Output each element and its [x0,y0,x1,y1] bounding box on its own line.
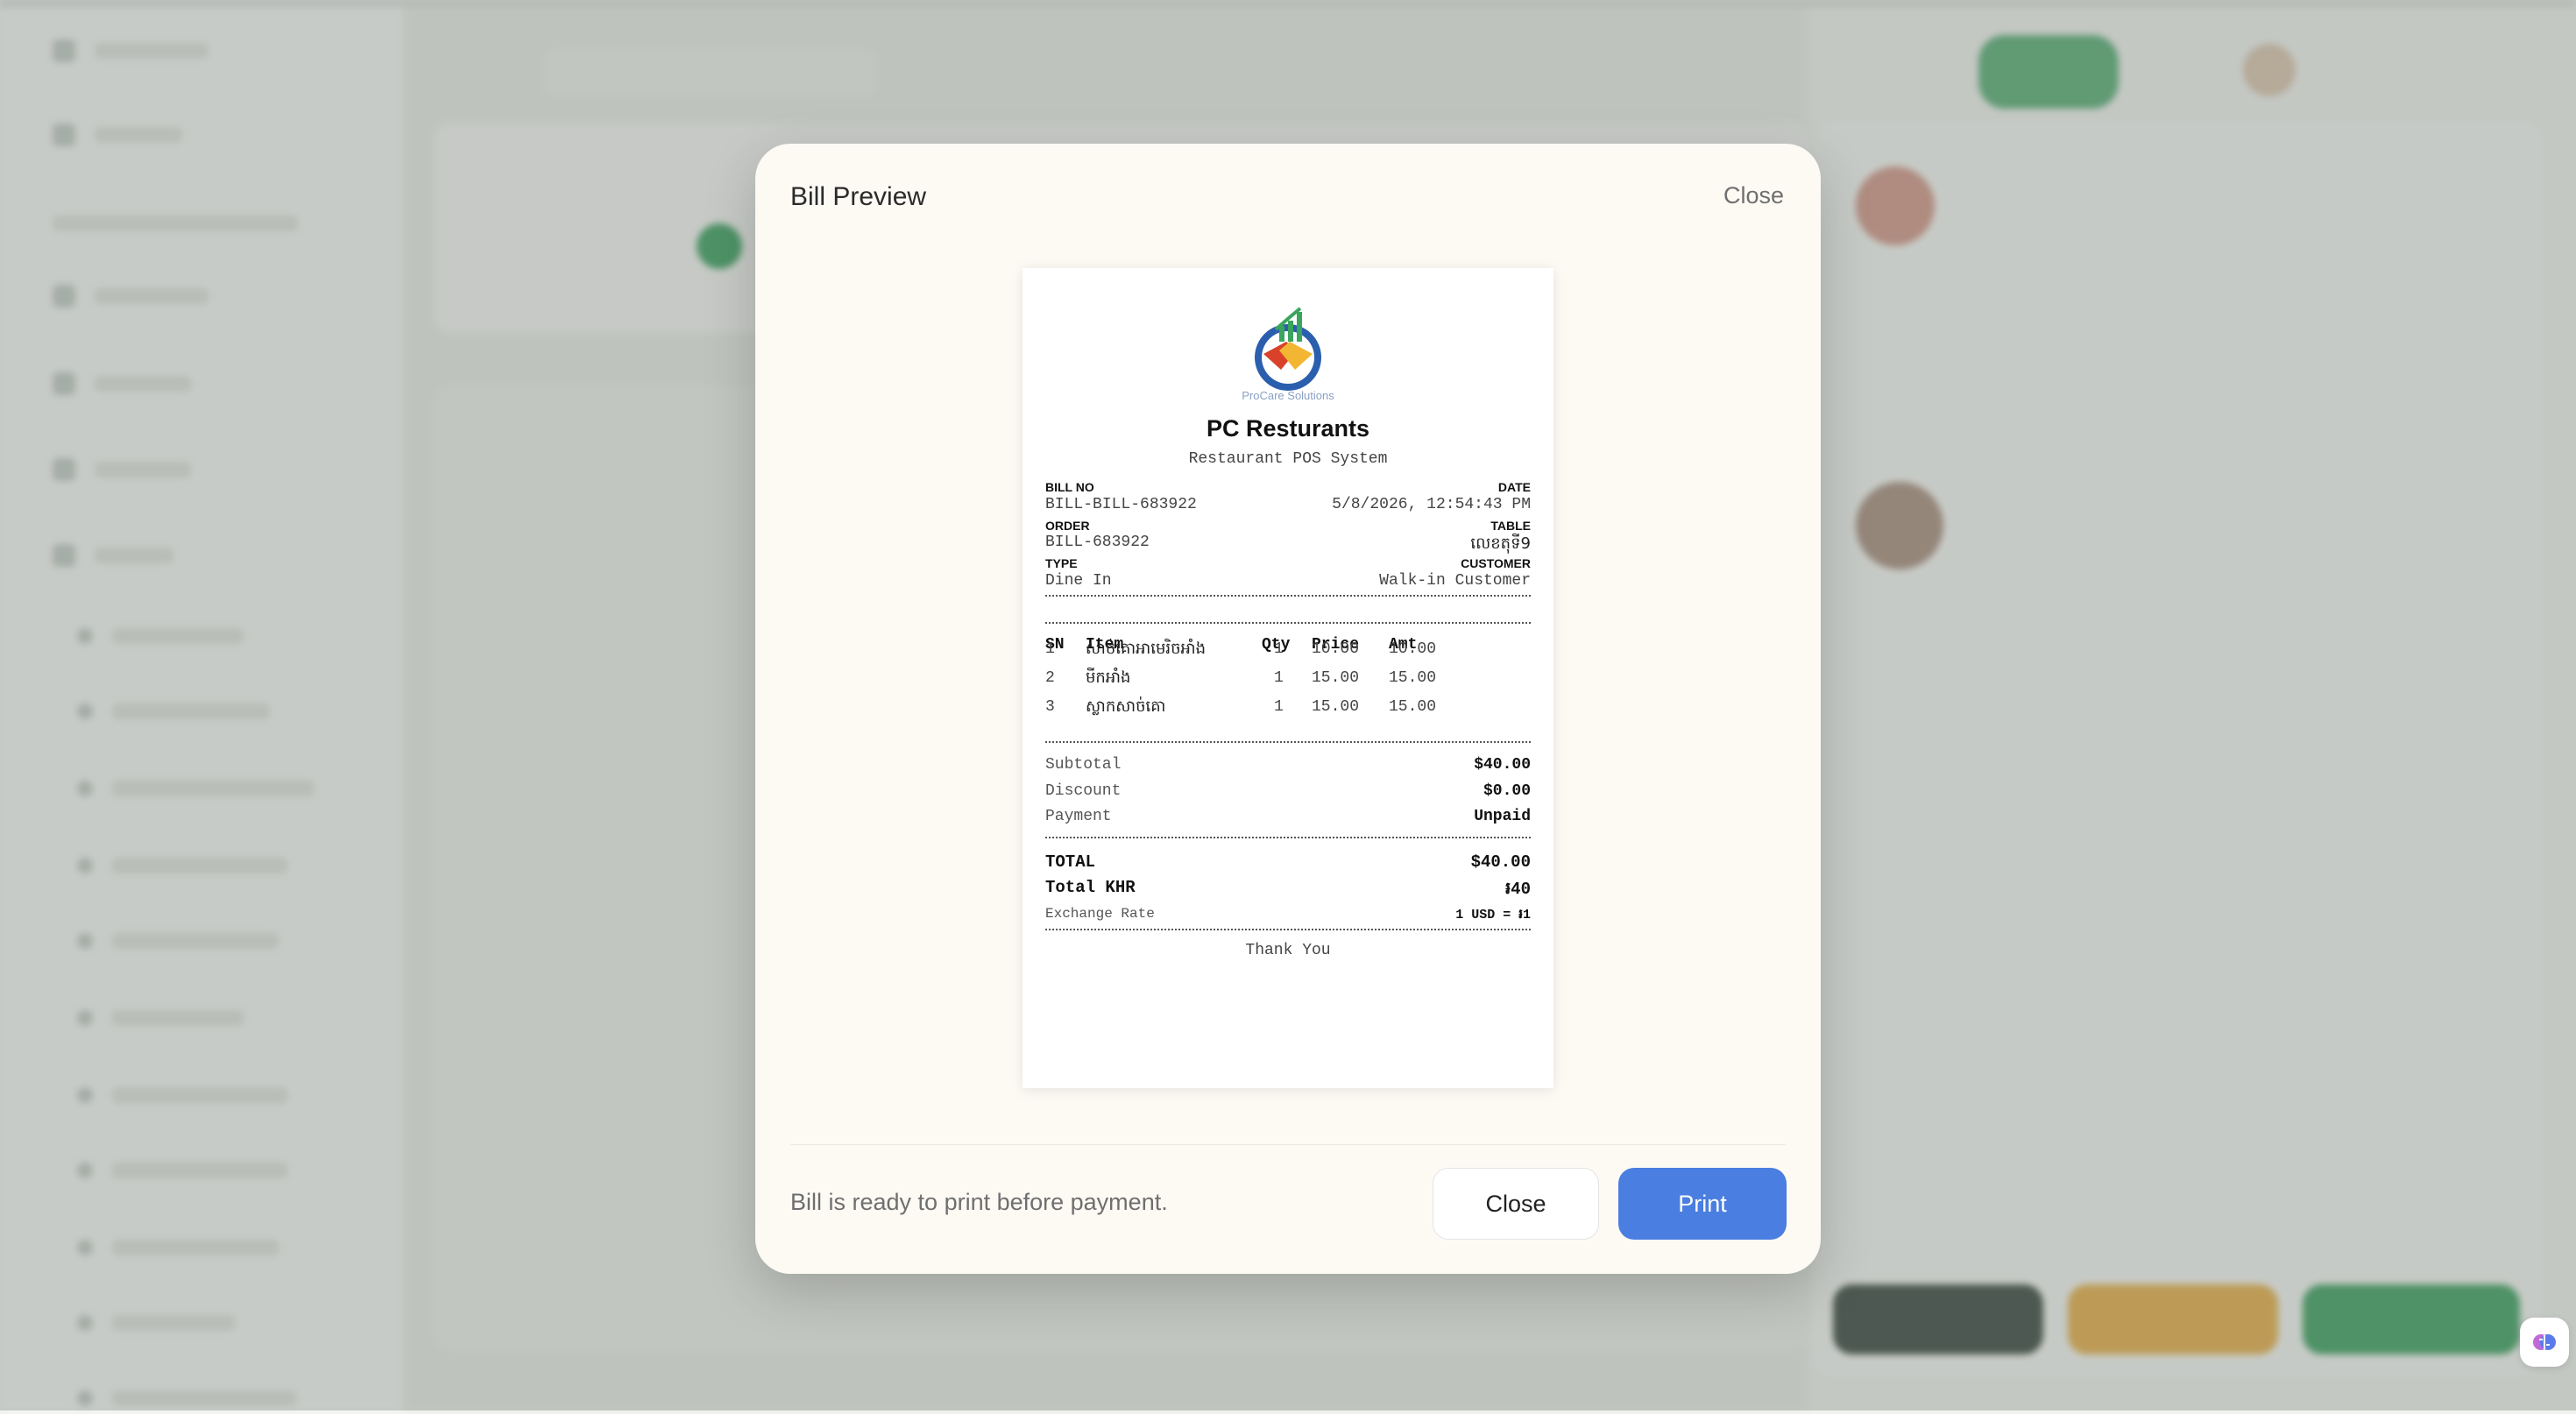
table-value: លេខតុទី9 [1470,534,1531,553]
receipt-subtitle: Restaurant POS System [1188,450,1388,468]
item-amount: 10.00 [1389,640,1437,658]
brain-icon [2533,1334,2556,1350]
item-sn: 1 [1045,640,1055,658]
restaurant-name: PC Resturants [1206,415,1370,442]
divider [1045,928,1531,930]
item-sn: 2 [1045,668,1055,687]
divider [1045,622,1531,624]
subtotal-label: Subtotal [1045,756,1122,774]
thank-you-text: Thank You [1245,942,1331,960]
type-value: Dine In [1045,571,1112,590]
payment-label: Payment [1045,808,1112,826]
total-label: TOTAL [1045,852,1096,872]
item-amount: 15.00 [1389,668,1437,687]
item-amount: 15.00 [1389,698,1437,716]
item-price: 15.00 [1312,668,1360,687]
item-name: ស្លាកសាច់គោ [1086,697,1166,717]
print-button[interactable]: Print [1618,1168,1787,1240]
divider [1045,837,1531,839]
discount-label: Discount [1045,781,1122,800]
close-button[interactable]: Close [1433,1168,1599,1240]
close-link[interactable]: Close [1723,182,1784,209]
item-name: សាច់គោអាមេរិចអាំង [1086,640,1207,659]
customer-value: Walk-in Customer [1379,571,1531,590]
type-label: TYPE [1045,556,1078,571]
date-value: 5/8/2026, 12:54:43 PM [1332,495,1531,513]
customer-label: CUSTOMER [1461,556,1531,571]
item-qty: 1 [1274,668,1284,687]
footer-divider [790,1144,1786,1145]
total-value: $40.00 [1470,852,1531,872]
table-label: TABLE [1490,518,1531,533]
item-qty: 1 [1274,698,1284,716]
modal-title: Bill Preview [790,182,927,211]
item-price: 10.00 [1312,640,1360,658]
item-sn: 3 [1045,698,1055,716]
total-khr-label: Total KHR [1045,878,1136,898]
receipt: ProCare Solutions PC Resturants Restaura… [1023,268,1553,1088]
bill-no-value: BILL-BILL-683922 [1045,495,1197,513]
footer-message: Bill is ready to print before payment. [790,1189,1168,1215]
exchange-rate-label: Exchange Rate [1045,905,1155,922]
exchange-rate-value: 1 USD = ៛1 [1455,907,1531,923]
divider [1045,740,1531,743]
item-qty: 1 [1274,640,1284,658]
divider [1045,594,1531,597]
bill-preview-modal: Bill Preview Close ProCare Solutions PC … [755,144,1821,1274]
bill-no-label: BILL NO [1045,480,1094,495]
svg-text:ProCare Solutions: ProCare Solutions [1242,389,1334,402]
payment-value: Unpaid [1474,808,1531,826]
item-price: 15.00 [1312,698,1360,716]
order-value: BILL-683922 [1045,534,1150,552]
ai-assistant-button[interactable] [2520,1318,2569,1367]
total-khr-value: ៛40 [1505,880,1531,900]
procare-logo-icon: ProCare Solutions [1242,307,1334,402]
item-name: មីកអាំង [1086,668,1131,688]
date-label: DATE [1497,480,1531,495]
discount-value: $0.00 [1483,781,1531,800]
order-label: ORDER [1045,518,1090,533]
subtotal-value: $40.00 [1474,756,1531,774]
